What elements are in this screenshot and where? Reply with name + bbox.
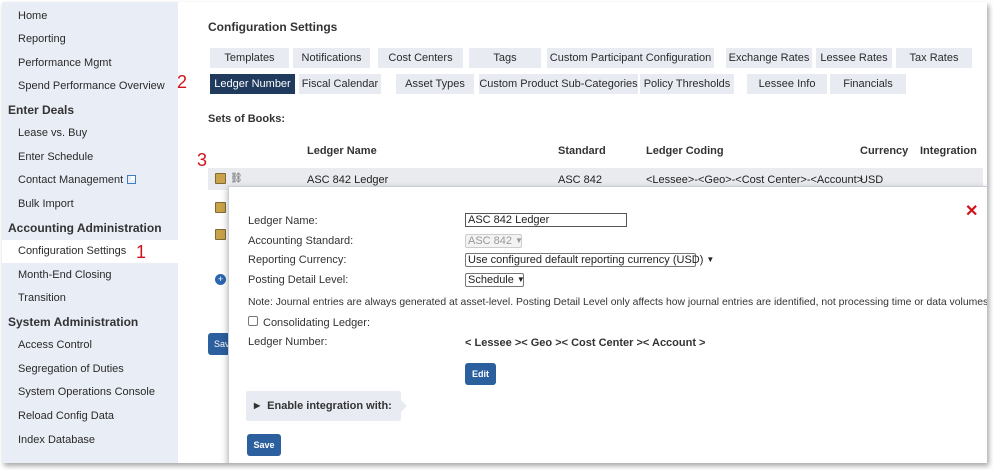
sidebar-item-index-database[interactable]: Index Database [2, 429, 178, 452]
sidebar-item-label: Month-End Closing [18, 269, 112, 281]
consolidating-ledger-checkbox[interactable] [248, 316, 258, 326]
sidebar-item-label: Access Control [18, 339, 92, 351]
accounting-standard-select: ASC 842 ▼ [465, 234, 523, 248]
accounting-standard-label: Accounting Standard: [248, 235, 354, 247]
tab-exchange-rates[interactable]: Exchange Rates [726, 48, 812, 68]
col-currency: Currency [860, 145, 909, 157]
sidebar-item-reload-config-data[interactable]: Reload Config Data [2, 405, 178, 428]
close-icon[interactable]: ✕ [965, 204, 978, 220]
sidebar-item-access-control[interactable]: Access Control [2, 334, 178, 357]
sidebar-section-enter-deals: Enter Deals [2, 99, 178, 122]
posting-detail-level-label: Posting Detail Level: [248, 274, 349, 286]
row-ledger-coding: <Lessee>-<Geo>-<Cost Center>-<Account> [646, 174, 864, 186]
ledger-number-label: Ledger Number: [248, 336, 328, 348]
tab-templates[interactable]: Templates [210, 48, 289, 68]
annotation-step-2: 2 [177, 72, 188, 92]
external-link-icon[interactable] [127, 175, 137, 184]
sidebar-item-configuration-settings[interactable]: Configuration Settings [2, 240, 178, 263]
tab-cost-centers[interactable]: Cost Centers [378, 48, 463, 68]
row-ledger-name: ASC 842 Ledger [307, 174, 389, 186]
link-icon[interactable]: ⛓ [230, 173, 243, 184]
tab-custom-participant-configuration[interactable]: Custom Participant Configuration [547, 48, 714, 68]
sidebar-item-reporting[interactable]: Reporting [2, 28, 178, 51]
row-standard: ASC 842 [558, 174, 603, 186]
sidebar-item-label: Bulk Import [18, 198, 74, 210]
tab-tags[interactable]: Tags [469, 48, 541, 68]
sidebar-item-label: Enter Schedule [18, 151, 94, 163]
col-ledger-coding: Ledger Coding [646, 145, 724, 157]
chevron-down-icon: ▼ [515, 236, 523, 245]
edit-ledger-icon[interactable] [215, 202, 226, 213]
sidebar-item-month-end-closing[interactable]: Month-End Closing [2, 264, 178, 287]
sidebar-item-label: Performance Mgmt [18, 57, 112, 69]
sidebar-item-transition[interactable]: Transition [2, 287, 178, 310]
tab-asset-types[interactable]: Asset Types [396, 74, 474, 94]
sidebar-item-label: Transition [18, 292, 66, 304]
tab-financials[interactable]: Financials [830, 74, 906, 94]
tab-lessee-rates[interactable]: Lessee Rates [816, 48, 892, 68]
edit-ledger-icon[interactable] [215, 173, 226, 184]
tab-lessee-info[interactable]: Lessee Info [747, 74, 827, 94]
sidebar-item-label: Spend Performance Overview [18, 80, 165, 92]
sidebar-item-spend-performance-overview[interactable]: Spend Performance Overview [2, 75, 178, 98]
sidebar-item-label: Segregation of Duties [18, 363, 124, 375]
sidebar-item-label: Configuration Settings [18, 245, 127, 257]
tab-policy-thresholds[interactable]: Policy Thresholds [640, 74, 734, 94]
sidebar-item-home[interactable]: Home [2, 5, 178, 28]
col-ledger-name: Ledger Name [307, 145, 377, 157]
sidebar-item-label: Lease vs. Buy [18, 127, 88, 139]
sidebar-item-label: Contact Management [18, 174, 124, 186]
annotation-step-1: 1 [136, 242, 147, 262]
edit-button[interactable]: Edit [465, 363, 496, 385]
sidebar-item-label: Reporting [18, 33, 66, 45]
sidebar-item-system-operations-console[interactable]: System Operations Console [2, 381, 178, 404]
posting-note: Note: Journal entries are always generat… [248, 297, 987, 308]
reporting-currency-label: Reporting Currency: [248, 254, 347, 266]
sidebar-section-system-administration: System Administration [2, 311, 178, 334]
sidebar-item-performance-mgmt[interactable]: Performance Mgmt [2, 52, 178, 75]
col-integration: Integration [920, 145, 977, 157]
sidebar-item-label: Home [18, 10, 48, 22]
tab-notifications[interactable]: Notifications [293, 48, 370, 68]
sidebar-item-label: Index Database [18, 434, 96, 446]
ledger-name-input[interactable] [465, 213, 627, 227]
background-save-button[interactable]: Sav [208, 333, 230, 355]
sidebar-item-contact-management[interactable]: Contact Management [2, 169, 178, 192]
tab-custom-product-sub-categories[interactable]: Custom Product Sub-Categories [479, 74, 638, 94]
sidebar-item-label: Enter Deals [8, 103, 75, 117]
sets-of-books-heading: Sets of Books: [208, 113, 286, 125]
ledger-name-label: Ledger Name: [248, 215, 318, 227]
enable-integration-toggle[interactable]: ▶ Enable integration with: [246, 391, 407, 421]
caret-right-icon: ▶ [254, 401, 261, 410]
chevron-down-icon: ▼ [706, 255, 715, 264]
sidebar-section-accounting-administration: Accounting Administration [2, 217, 178, 240]
edit-ledger-icon[interactable] [215, 229, 226, 240]
reporting-currency-select[interactable]: Use configured default reporting currenc… [465, 253, 714, 267]
add-ledger-icon[interactable]: + [215, 274, 226, 285]
chevron-down-icon: ▼ [516, 275, 525, 284]
consolidating-ledger-label: Consolidating Ledger: [263, 317, 371, 329]
sidebar: Home Reporting Performance Mgmt Spend Perfo… [2, 2, 178, 463]
app-window: Home Reporting Performance Mgmt Spend Perfo… [2, 2, 987, 463]
sidebar-item-label: System Administration [8, 315, 139, 329]
enable-integration-label: Enable integration with: [267, 400, 392, 412]
posting-detail-level-select[interactable]: Schedule ▼ [465, 273, 525, 287]
sidebar-item-bulk-import[interactable]: Bulk Import [2, 193, 178, 216]
page-title: Configuration Settings [208, 20, 338, 34]
sidebar-item-label: Reload Config Data [18, 410, 115, 422]
sidebar-item-label: Accounting Administration [8, 221, 162, 235]
save-button[interactable]: Save [247, 434, 281, 456]
tab-tax-rates[interactable]: Tax Rates [896, 48, 972, 68]
sidebar-item-segregation-of-duties[interactable]: Segregation of Duties [2, 358, 178, 381]
sidebar-item-lease-vs-buy[interactable]: Lease vs. Buy [2, 122, 178, 145]
ledger-number-value: < Lessee >< Geo >< Cost Center >< Accoun… [465, 337, 706, 349]
col-standard: Standard [558, 145, 606, 157]
annotation-step-3: 3 [197, 150, 208, 170]
sidebar-item-label: System Operations Console [18, 386, 155, 398]
ledger-edit-dialog: ✕ Ledger Name: Accounting Standard: ASC … [228, 186, 987, 463]
sidebar-item-enter-schedule[interactable]: Enter Schedule [2, 146, 178, 169]
tab-fiscal-calendar[interactable]: Fiscal Calendar [299, 74, 381, 94]
tab-ledger-number[interactable]: Ledger Number [210, 74, 295, 94]
row-currency: USD [860, 174, 884, 186]
